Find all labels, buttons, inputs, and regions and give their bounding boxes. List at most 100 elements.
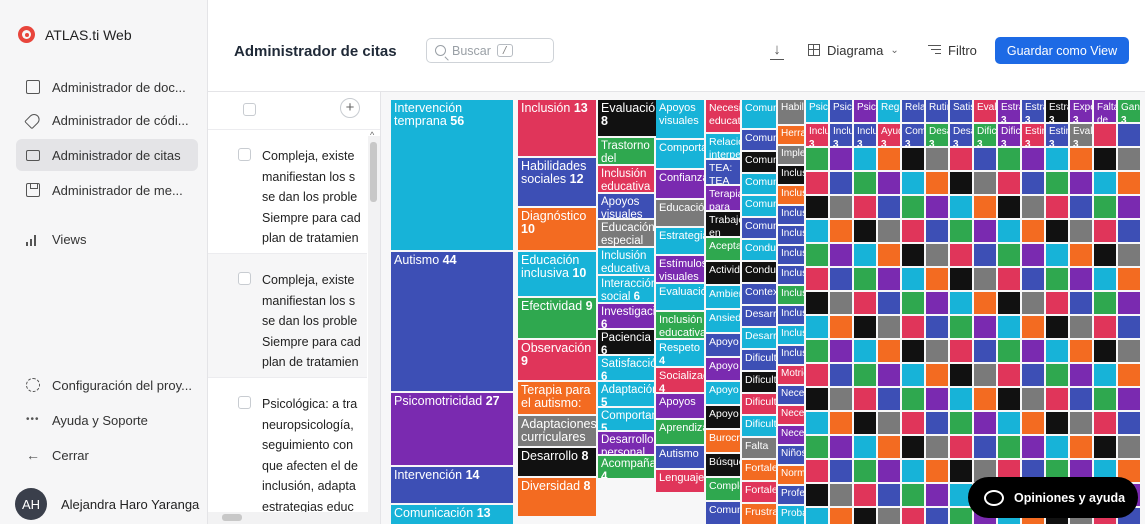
treemap-cell[interactable]: Inclusión educativa (598, 248, 654, 274)
treemap-cell-small[interactable] (878, 412, 900, 434)
brand[interactable]: ATLAS.ti Web (18, 26, 132, 43)
treemap-cell[interactable]: Rutinas (926, 100, 948, 122)
treemap-cell-small[interactable] (1118, 196, 1140, 218)
treemap-cell-small[interactable] (806, 316, 828, 338)
treemap-cell[interactable]: Desarrollo 3 (926, 124, 948, 146)
treemap-cell-small[interactable] (854, 436, 876, 458)
treemap-cell-small[interactable] (1022, 172, 1044, 194)
treemap-cell-small[interactable] (854, 388, 876, 410)
treemap-cell-small[interactable] (1046, 268, 1068, 290)
treemap-cell[interactable]: Comunicación (742, 152, 776, 172)
treemap-cell-small[interactable] (854, 460, 876, 482)
treemap-cell[interactable]: Comunicación 13 (391, 505, 513, 524)
treemap-cell[interactable]: Satisfacción (950, 100, 972, 122)
treemap-cell-small[interactable] (854, 244, 876, 266)
treemap-cell[interactable]: Inclusión (778, 246, 804, 264)
treemap-cell[interactable]: Comunicación 3 (902, 124, 924, 146)
treemap-cell[interactable]: Efectividad 9 (518, 298, 596, 338)
treemap-cell[interactable]: Dificultades (742, 394, 776, 414)
treemap-cell[interactable]: Comportamiento 5 (598, 408, 654, 430)
diagram-dropdown[interactable]: Diagrama ⌄ (800, 37, 907, 63)
treemap-cell[interactable]: Dificultades 3 (974, 124, 996, 146)
treemap-cell[interactable]: Regla (878, 100, 900, 122)
treemap-cell-small[interactable] (1094, 196, 1116, 218)
treemap-cell[interactable]: Educación inclusiva 10 (518, 252, 596, 296)
treemap-cell[interactable]: Desarrollo personal (598, 432, 654, 454)
treemap-cell-small[interactable] (1070, 220, 1092, 242)
treemap-cell-small[interactable] (806, 340, 828, 362)
treemap-cell[interactable]: Autismo 44 (391, 252, 513, 391)
treemap-cell-small[interactable] (974, 364, 996, 386)
treemap-cell[interactable]: Profesionales (778, 486, 804, 504)
treemap-cell[interactable]: Psicología (854, 100, 876, 122)
treemap-cell[interactable]: Comunicación (742, 100, 776, 128)
treemap-cell-small[interactable] (878, 268, 900, 290)
treemap-cell-small[interactable] (830, 364, 852, 386)
treemap-cell[interactable]: Inclusión educativa (656, 312, 704, 338)
treemap-cell-small[interactable] (902, 484, 924, 506)
treemap-cell-small[interactable] (926, 244, 948, 266)
treemap-cell-small[interactable] (1046, 172, 1068, 194)
treemap-cell[interactable]: Inclusión (778, 206, 804, 224)
treemap-cell-small[interactable] (854, 172, 876, 194)
treemap-cell[interactable]: Experiencias 3 (1070, 100, 1092, 122)
treemap-cell[interactable]: Ansiedad (706, 310, 740, 332)
treemap-cell-small[interactable] (1070, 148, 1092, 170)
treemap-cell[interactable]: Paciencia 6 (598, 330, 654, 354)
treemap-cell[interactable]: Necesidades (778, 386, 804, 404)
treemap-cell-small[interactable] (1118, 148, 1140, 170)
treemap-cell-small[interactable] (1046, 292, 1068, 314)
treemap-cell[interactable]: Ambiente (706, 286, 740, 308)
treemap-cell-small[interactable] (830, 436, 852, 458)
treemap-cell[interactable]: Falta (742, 438, 776, 458)
treemap-cell-small[interactable] (854, 148, 876, 170)
filter-button[interactable]: Filtro (920, 37, 985, 63)
treemap-cell-small[interactable] (950, 220, 972, 242)
treemap-cell[interactable]: Habilidades sociales 12 (518, 158, 596, 206)
quotation-row[interactable]: Psicológica: a tra neuropsicología, seguim… (208, 378, 367, 518)
treemap-cell-small[interactable] (998, 292, 1020, 314)
treemap-cell-small[interactable] (1046, 220, 1068, 242)
treemap-cell[interactable]: Desarrollo 8 (518, 448, 596, 476)
treemap-cell-small[interactable] (902, 268, 924, 290)
treemap-cell-small[interactable] (1094, 292, 1116, 314)
treemap-cell-small[interactable] (806, 436, 828, 458)
treemap-cell-small[interactable] (878, 460, 900, 482)
treemap-cell[interactable]: Acompañamiento 4 (598, 456, 654, 478)
treemap-cell-small[interactable] (1118, 364, 1140, 386)
treemap-cell-small[interactable] (830, 244, 852, 266)
treemap-cell[interactable]: Inclusión (778, 286, 804, 304)
treemap-cell-small[interactable] (1118, 268, 1140, 290)
treemap-cell-small[interactable] (854, 340, 876, 362)
treemap-cell-small[interactable] (974, 148, 996, 170)
treemap-cell-small[interactable] (974, 316, 996, 338)
treemap-cell-small[interactable] (1070, 172, 1092, 194)
treemap-cell-small[interactable] (1046, 244, 1068, 266)
treemap-cell-small[interactable] (1070, 196, 1092, 218)
treemap-cell-small[interactable] (830, 340, 852, 362)
sidebar-item-memos[interactable]: Administrador de me... (16, 174, 198, 206)
treemap-cell-small[interactable] (878, 244, 900, 266)
treemap-cell-small[interactable] (830, 388, 852, 410)
treemap-cell-small[interactable] (974, 172, 996, 194)
treemap-cell-small[interactable] (878, 436, 900, 458)
treemap-cell-small[interactable] (950, 292, 972, 314)
download-button[interactable]: ↓ (764, 37, 790, 63)
treemap-cell-small[interactable] (902, 172, 924, 194)
treemap-cell-small[interactable] (902, 220, 924, 242)
treemap-cell[interactable]: Inclusión (778, 346, 804, 364)
treemap-cell-small[interactable] (1046, 316, 1068, 338)
treemap-cell-small[interactable] (998, 220, 1020, 242)
treemap-cell-small[interactable] (902, 148, 924, 170)
treemap-cell[interactable]: Educación (656, 200, 704, 226)
treemap-cell-small[interactable] (926, 148, 948, 170)
treemap-cell-small[interactable] (1070, 268, 1092, 290)
treemap-cell[interactable]: Falta de 3 (1094, 100, 1116, 122)
treemap-cell-small[interactable] (1070, 436, 1092, 458)
horizontal-scrollbar[interactable] (208, 512, 380, 524)
treemap-cell-small[interactable] (830, 196, 852, 218)
feedback-button[interactable]: Opiniones y ayuda (968, 477, 1138, 518)
treemap-cell-small[interactable] (806, 292, 828, 314)
treemap-cell-small[interactable] (1070, 364, 1092, 386)
treemap-cell-small[interactable] (974, 268, 996, 290)
